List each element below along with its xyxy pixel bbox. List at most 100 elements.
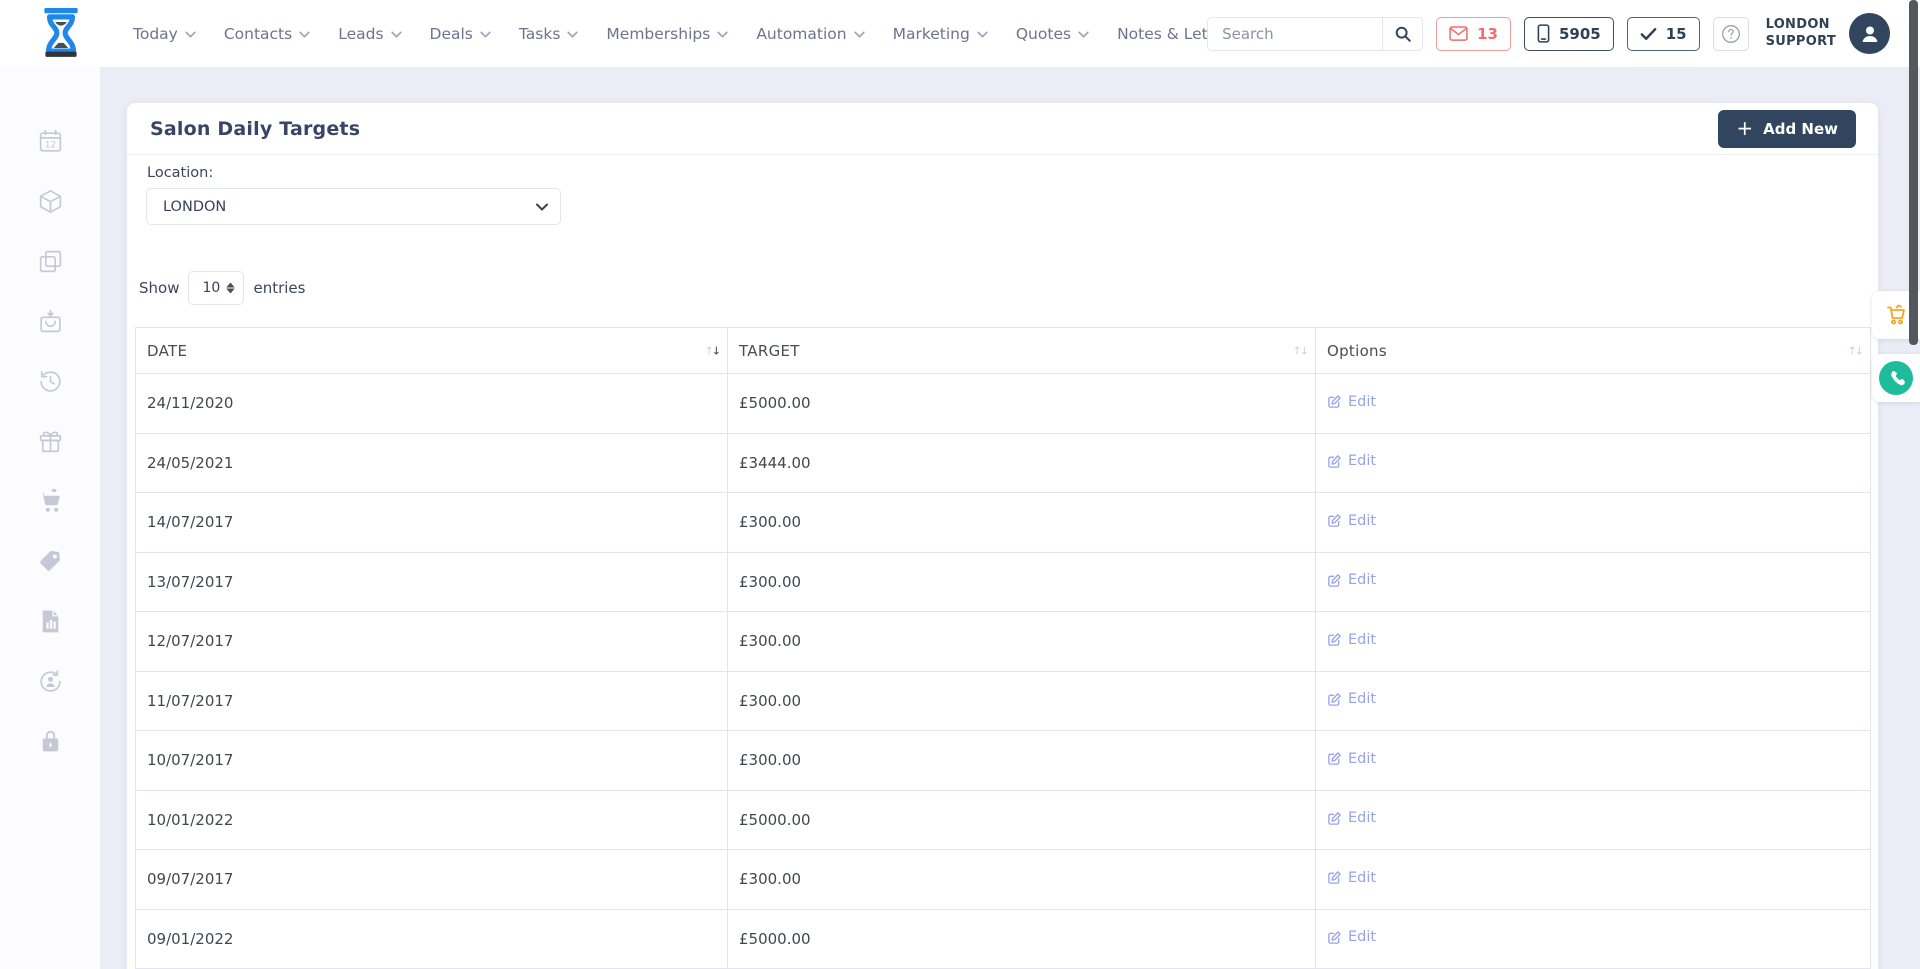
question-icon [1721,24,1741,44]
search-input[interactable] [1208,18,1382,50]
options-cell: Edit [1316,433,1871,493]
gift-icon[interactable] [37,428,64,455]
chevron-down-icon [977,31,988,38]
help-button[interactable] [1713,17,1749,51]
search-group [1207,17,1423,51]
edit-link[interactable]: Edit [1327,929,1376,945]
edit-link[interactable]: Edit [1327,632,1376,648]
plus-icon: + [1736,118,1753,138]
table-row: 14/07/2017£300.00Edit [136,493,1871,553]
edit-pencil-icon [1327,870,1342,885]
options-cell: Edit [1316,493,1871,553]
report-icon[interactable] [37,608,64,635]
daily-targets-table: DATE↑↓TARGET↑↓Options↑↓ 24/11/2020£5000.… [135,327,1871,969]
card-header: Salon Daily Targets + Add New [127,103,1878,155]
tasks-count: 15 [1666,25,1687,43]
date-cell: 11/07/2017 [136,671,728,731]
chevron-down-icon [391,31,402,38]
nav-item-memberships[interactable]: Memberships [606,25,728,43]
date-cell: 09/01/2022 [136,909,728,969]
chevron-down-icon [480,31,491,38]
column-header-target[interactable]: TARGET↑↓ [728,328,1316,374]
target-cell: £300.00 [728,671,1316,731]
lock-icon[interactable] [37,728,64,755]
card-body: Location: LONDON Show 10 [127,165,1878,969]
history-icon[interactable] [37,368,64,395]
search-icon[interactable] [1382,18,1422,50]
nav-item-contacts[interactable]: Contacts [224,25,310,43]
page-size-select[interactable]: 10 [189,272,243,304]
date-cell: 10/01/2022 [136,790,728,850]
svg-text:12: 12 [44,141,55,151]
nav-item-marketing[interactable]: Marketing [893,25,988,43]
cart-icon[interactable] [37,488,64,515]
target-cell: £300.00 [728,612,1316,672]
column-header-options[interactable]: Options↑↓ [1316,328,1871,374]
edit-link[interactable]: Edit [1327,870,1376,886]
vertical-scrollbar-thumb[interactable] [1909,0,1918,345]
bag-icon[interactable] [37,308,64,335]
edit-link[interactable]: Edit [1327,810,1376,826]
table-row: 09/07/2017£300.00Edit [136,850,1871,910]
calls-count: 5905 [1559,25,1601,43]
edit-link[interactable]: Edit [1327,751,1376,767]
edit-link[interactable]: Edit [1327,453,1376,469]
sort-arrows-icon: ↑↓ [1293,344,1307,357]
column-header-date[interactable]: DATE↑↓ [136,328,728,374]
options-cell: Edit [1316,552,1871,612]
main-content: Salon Daily Targets + Add New Location: … [100,67,1920,969]
edit-pencil-icon [1327,394,1342,409]
table-body: 24/11/2020£5000.00Edit24/05/2021£3444.00… [136,374,1871,969]
nav-item-leads[interactable]: Leads [338,25,401,43]
options-cell: Edit [1316,790,1871,850]
table-row: 11/07/2017£300.00 Edit [136,671,1871,731]
cube-icon[interactable] [37,188,64,215]
edit-link[interactable]: Edit [1327,691,1376,707]
calls-badge[interactable]: 5905 [1524,17,1614,51]
calendar-icon[interactable]: 12 [37,128,64,155]
chevron-down-icon [717,31,728,38]
location-label: Location: [147,165,1870,181]
date-cell: 10/07/2017 [136,731,728,791]
target-cell: £5000.00 [728,374,1316,434]
nav-item-quotes[interactable]: Quotes [1016,25,1089,43]
phone-teal-icon[interactable] [1872,354,1920,402]
edit-link[interactable]: Edit [1327,572,1376,588]
edit-pencil-icon [1327,513,1342,528]
location-select[interactable]: LONDON [147,189,560,224]
messages-badge[interactable]: 13 [1436,17,1511,51]
options-cell: Edit [1316,850,1871,910]
edit-link[interactable]: Edit [1327,513,1376,529]
user-name: LONDON SUPPORT [1766,17,1836,51]
date-cell: 13/07/2017 [136,552,728,612]
table-row: 13/07/2017£300.00 Edit [136,552,1871,612]
tag-icon[interactable] [37,548,64,575]
copy-icon[interactable] [37,248,64,275]
account-icon[interactable] [37,668,64,695]
edit-pencil-icon [1327,751,1342,766]
nav-item-automation[interactable]: Automation [756,25,864,43]
options-cell: Edit [1316,671,1871,731]
top-navigation-bar: Today Contacts Leads Deals Tasks Memberships A… [0,0,1920,67]
target-cell: £300.00 [728,552,1316,612]
nav-item-today[interactable]: Today [133,25,196,43]
app-logo-icon[interactable] [34,7,88,61]
options-cell: Edit [1316,909,1871,969]
options-cell: Edit [1316,612,1871,672]
show-entries-row: Show 10 entries [139,271,1870,305]
chevron-down-icon [185,31,196,38]
date-cell: 12/07/2017 [136,612,728,672]
edit-pencil-icon [1327,930,1342,945]
show-label: Show [139,279,179,297]
edit-pencil-icon [1327,573,1342,588]
add-new-button[interactable]: + Add New [1718,110,1856,148]
nav-item-tasks[interactable]: Tasks [519,25,579,43]
nav-item-deals[interactable]: Deals [430,25,491,43]
options-cell: Edit [1316,374,1871,434]
edit-link[interactable]: Edit [1327,394,1376,410]
tasks-badge[interactable]: 15 [1627,17,1700,51]
left-sidebar: 12 [0,67,100,969]
messages-count: 13 [1477,25,1498,43]
user-avatar[interactable] [1849,13,1890,54]
page-size-wrap: 10 [188,271,244,305]
